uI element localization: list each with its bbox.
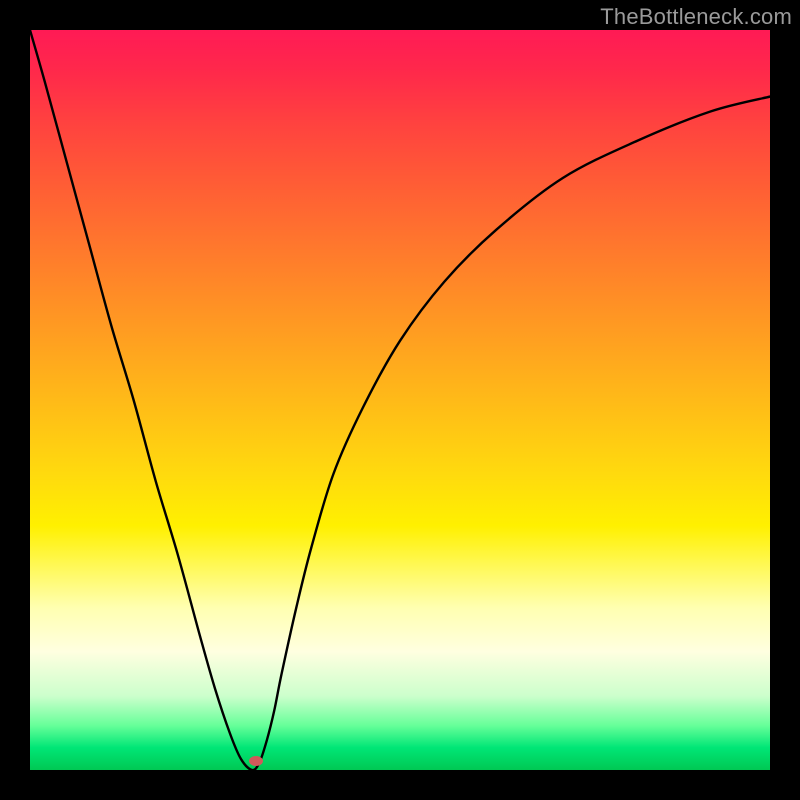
- bottleneck-chart: TheBottleneck.com: [0, 0, 800, 800]
- bottleneck-curve: [30, 30, 770, 770]
- plot-area: [30, 30, 770, 770]
- curve-svg: [30, 30, 770, 770]
- optimal-point-marker: [249, 756, 263, 766]
- watermark-text: TheBottleneck.com: [600, 4, 792, 30]
